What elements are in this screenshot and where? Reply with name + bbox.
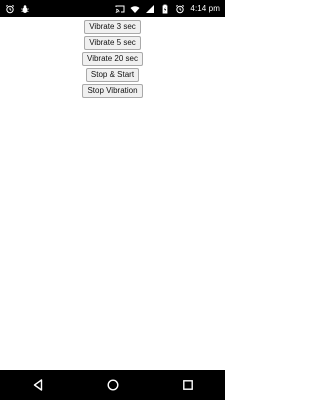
button-stack: Vibrate 3 sec Vibrate 5 sec Vibrate 20 s… — [0, 20, 225, 98]
signal-icon — [145, 4, 155, 14]
vibrate-20-sec-button[interactable]: Vibrate 20 sec — [82, 52, 143, 66]
vibrate-5-sec-button[interactable]: Vibrate 5 sec — [84, 36, 141, 50]
bug-icon — [20, 4, 30, 14]
app-content: Vibrate 3 sec Vibrate 5 sec Vibrate 20 s… — [0, 17, 225, 370]
vibrate-3-sec-button[interactable]: Vibrate 3 sec — [84, 20, 141, 34]
cast-icon — [115, 4, 125, 14]
status-bar: 4:14 pm — [0, 0, 225, 17]
alarm-icon — [175, 4, 185, 14]
home-icon[interactable] — [101, 373, 125, 397]
battery-icon — [160, 4, 170, 14]
wifi-icon — [130, 4, 140, 14]
status-time: 4:14 pm — [190, 3, 220, 13]
stop-vibration-button[interactable]: Stop Vibration — [82, 84, 143, 98]
recents-icon[interactable] — [176, 373, 200, 397]
status-right-icons: 4:14 pm — [115, 4, 220, 14]
alarm-icon — [5, 4, 15, 14]
navigation-bar — [0, 370, 225, 400]
stop-and-start-button[interactable]: Stop & Start — [85, 68, 140, 82]
back-icon[interactable] — [26, 373, 50, 397]
status-left-icons — [5, 4, 30, 14]
